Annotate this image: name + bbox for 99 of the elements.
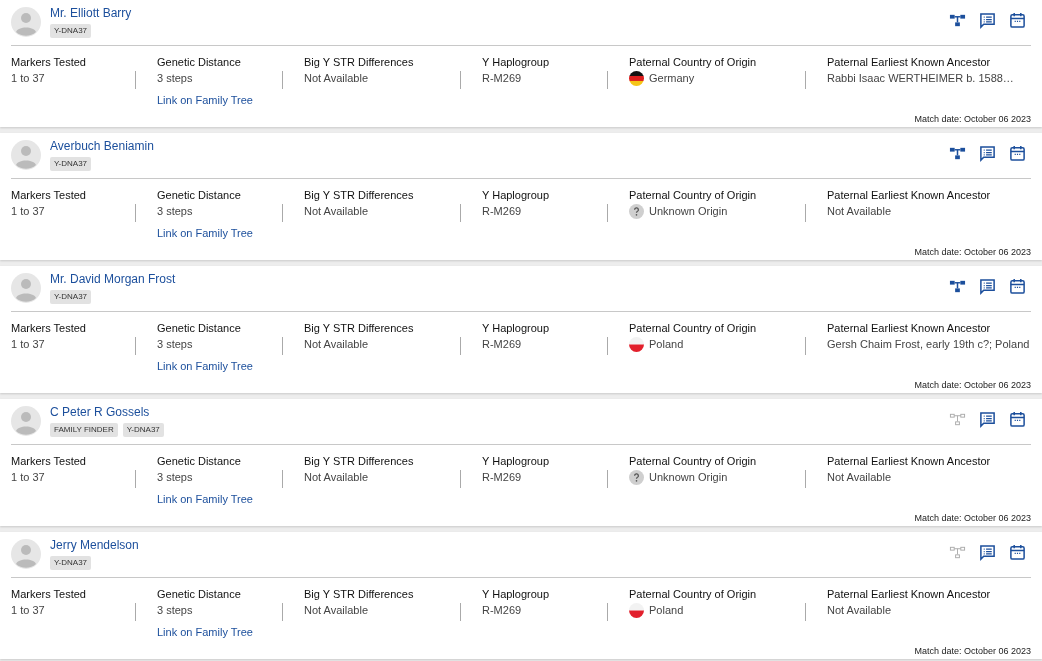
family-tree-link[interactable]: Link on Family Tree xyxy=(157,92,253,108)
field-label: Paternal Country of Origin xyxy=(629,321,757,336)
avatar-icon xyxy=(11,406,41,436)
match-name-link[interactable]: Mr. Elliott Barry xyxy=(50,6,132,21)
field-label: Genetic Distance xyxy=(157,55,242,70)
field-label: Paternal Country of Origin xyxy=(629,188,757,203)
field-label: Big Y STR Differences xyxy=(304,587,414,602)
calendar-icon[interactable] xyxy=(1009,12,1026,29)
field-value: 1 to 37 xyxy=(11,204,46,219)
field-label: Genetic Distance xyxy=(157,454,242,469)
test-tag: Y-DNA37 xyxy=(122,423,164,437)
notes-icon[interactable] xyxy=(979,544,996,561)
test-tag: Y-DNA37 xyxy=(50,157,92,171)
field-value: R-M269 xyxy=(482,470,523,485)
field-value: Not Available xyxy=(827,603,892,618)
family-tree-link[interactable]: Link on Family Tree xyxy=(157,358,253,374)
field-value: Not Available xyxy=(304,204,369,219)
field-label: Paternal Earliest Known Ancestor xyxy=(827,188,991,203)
field-value: R-M269 xyxy=(482,71,523,86)
field-value: Not Available xyxy=(827,204,892,219)
avatar-icon xyxy=(11,140,41,170)
field-label: Genetic Distance xyxy=(157,321,242,336)
tree-icon[interactable] xyxy=(949,145,966,162)
field-label: Markers Tested xyxy=(11,454,86,469)
test-tag: Y-DNA37 xyxy=(50,290,92,304)
field-label: Markers Tested xyxy=(11,55,86,70)
match-date: Match date: October 06 2023 xyxy=(913,646,1031,656)
field-value: Poland xyxy=(629,602,757,618)
avatar-icon xyxy=(11,539,41,569)
test-tag: FAMILY FINDER xyxy=(50,423,118,437)
field-value: Not Available xyxy=(304,337,369,352)
notes-icon[interactable] xyxy=(979,12,996,29)
field-value: 3 steps xyxy=(157,603,194,618)
field-label: Y Haplogroup xyxy=(482,188,550,203)
calendar-icon[interactable] xyxy=(1009,411,1026,428)
family-tree-link[interactable]: Link on Family Tree xyxy=(157,225,253,241)
field-value: 3 steps xyxy=(157,71,194,86)
field-value: 3 steps xyxy=(157,204,194,219)
field-value: Poland xyxy=(629,336,757,352)
tree-icon[interactable] xyxy=(949,12,966,29)
field-label: Paternal Earliest Known Ancestor xyxy=(827,55,992,70)
calendar-icon[interactable] xyxy=(1009,544,1026,561)
family-tree-link[interactable]: Link on Family Tree xyxy=(157,624,253,640)
field-value: 3 steps xyxy=(157,470,194,485)
field-label: Big Y STR Differences xyxy=(304,55,414,70)
field-label: Paternal Earliest Known Ancestor xyxy=(827,321,992,336)
field-value: Germany xyxy=(629,70,757,86)
field-label: Big Y STR Differences xyxy=(304,454,414,469)
test-tag: Y-DNA37 xyxy=(50,556,92,570)
test-tag: Y-DNA37 xyxy=(50,24,92,38)
field-value: 1 to 37 xyxy=(11,470,46,485)
field-label: Markers Tested xyxy=(11,587,86,602)
field-label: Paternal Earliest Known Ancestor xyxy=(827,454,991,469)
match-name-link[interactable]: Averbuch Beniamin xyxy=(50,139,154,154)
field-label: Y Haplogroup xyxy=(482,454,550,469)
field-label: Y Haplogroup xyxy=(482,321,550,336)
field-value: Unknown Origin xyxy=(629,469,757,485)
calendar-icon[interactable] xyxy=(1009,278,1026,295)
field-label: Paternal Earliest Known Ancestor xyxy=(827,587,991,602)
field-value: Rabbi Isaac WERTHEIMER b. 1588… xyxy=(827,71,1014,86)
field-label: Paternal Country of Origin xyxy=(629,587,757,602)
field-value: Unknown Origin xyxy=(629,203,757,219)
field-label: Markers Tested xyxy=(11,188,86,203)
field-label: Paternal Country of Origin xyxy=(629,454,757,469)
field-value: Not Available xyxy=(304,71,369,86)
notes-icon[interactable] xyxy=(979,145,996,162)
field-value: R-M269 xyxy=(482,603,523,618)
field-label: Markers Tested xyxy=(11,321,86,336)
match-date: Match date: October 06 2023 xyxy=(913,247,1031,257)
match-date: Match date: October 06 2023 xyxy=(913,513,1031,523)
field-value: R-M269 xyxy=(482,337,523,352)
match-name-link[interactable]: Mr. David Morgan Frost xyxy=(50,272,176,287)
field-value: R-M269 xyxy=(482,204,523,219)
field-label: Big Y STR Differences xyxy=(304,188,414,203)
avatar-icon xyxy=(11,7,41,37)
field-label: Genetic Distance xyxy=(157,587,242,602)
field-value: Gersh Chaim Frost, early 19th c?; Poland xyxy=(827,337,1030,352)
field-value: 1 to 37 xyxy=(11,603,46,618)
field-label: Big Y STR Differences xyxy=(304,321,414,336)
notes-icon[interactable] xyxy=(979,278,996,295)
field-value: 1 to 37 xyxy=(11,71,46,86)
field-value: 1 to 37 xyxy=(11,337,46,352)
field-label: Paternal Country of Origin xyxy=(629,55,757,70)
field-value: Not Available xyxy=(304,603,369,618)
avatar-icon xyxy=(11,273,41,303)
tree-icon[interactable] xyxy=(949,278,966,295)
calendar-icon[interactable] xyxy=(1009,145,1026,162)
match-date: Match date: October 06 2023 xyxy=(913,380,1031,390)
field-label: Y Haplogroup xyxy=(482,55,550,70)
field-value: Not Available xyxy=(827,470,892,485)
field-label: Genetic Distance xyxy=(157,188,242,203)
field-value: Not Available xyxy=(304,470,369,485)
family-tree-link[interactable]: Link on Family Tree xyxy=(157,491,253,507)
match-name-link[interactable]: Jerry Mendelson xyxy=(50,538,139,553)
field-value: 3 steps xyxy=(157,337,194,352)
match-name-link[interactable]: C Peter R Gossels xyxy=(50,405,164,420)
match-date: Match date: October 06 2023 xyxy=(913,114,1031,124)
field-label: Y Haplogroup xyxy=(482,587,550,602)
notes-icon[interactable] xyxy=(979,411,996,428)
